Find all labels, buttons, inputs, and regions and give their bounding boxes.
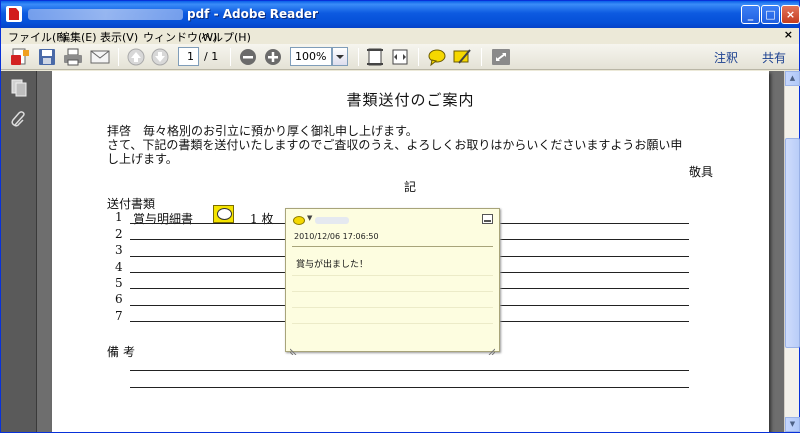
email-icon[interactable] — [89, 47, 111, 67]
menu-help[interactable]: ヘルプ(H) — [201, 29, 251, 45]
adobe-reader-window: pdf - Adobe Reader _ □ × ファイル(F) 編集(E) 表… — [0, 0, 800, 433]
options-chevron-down-icon[interactable]: ▼ — [307, 214, 312, 222]
document-close-icon[interactable]: × — [784, 28, 793, 41]
author-name-redacted — [315, 217, 349, 224]
row-number: 5 — [115, 276, 123, 290]
page-total-label: / 1 — [204, 50, 219, 63]
ruled-line — [292, 275, 493, 276]
highlight-icon[interactable] — [451, 47, 473, 67]
title-bar: pdf - Adobe Reader _ □ × — [1, 1, 800, 28]
row1-item: 賞与明細書 — [133, 212, 194, 226]
closing-text: 敬具 — [689, 165, 714, 179]
scroll-down-icon[interactable]: ▼ — [785, 417, 800, 432]
minimize-popup-button[interactable] — [482, 214, 493, 224]
attachments-icon[interactable] — [10, 111, 28, 129]
filename-redacted — [28, 9, 183, 20]
next-page-icon[interactable] — [149, 47, 171, 67]
scroll-up-icon[interactable]: ▲ — [785, 71, 800, 86]
expand-icon[interactable] — [490, 47, 512, 67]
comment-icon[interactable] — [293, 216, 305, 225]
minimize-button[interactable]: _ — [741, 5, 760, 24]
row1-quantity: 1 枚 — [250, 212, 274, 226]
pages-icon[interactable] — [10, 79, 28, 97]
share-button[interactable]: 共有 — [762, 49, 786, 66]
resize-grip-left-icon[interactable] — [289, 340, 298, 356]
row-number: 3 — [115, 243, 123, 257]
toolbar-separator — [481, 48, 482, 66]
menu-edit[interactable]: 編集(E) — [59, 29, 97, 45]
fit-page-icon[interactable] — [364, 47, 386, 67]
ruled-line — [292, 307, 493, 308]
page-number-input[interactable]: 1 — [178, 47, 199, 66]
row-number: 4 — [115, 260, 123, 274]
close-button[interactable]: × — [781, 5, 800, 24]
body-line: さて、下記の書類を送付いたしますのでご査収のうえ、よろしくお取りはからいください… — [107, 138, 683, 152]
save-icon[interactable] — [36, 47, 58, 67]
menu-bar: ファイル(F) 編集(E) 表示(V) ウィンドウ(W) ヘルプ(H) × — [1, 28, 799, 44]
row-number: 7 — [115, 309, 123, 323]
comment-popup[interactable]: ▼ 2010/12/06 17:06:50 賞与が出ました！ — [285, 208, 500, 356]
annotate-button[interactable]: 注釈 — [714, 49, 738, 66]
vertical-scrollbar[interactable]: ▲ ▼ — [784, 71, 800, 432]
toolbar-separator — [118, 48, 119, 66]
popup-divider — [292, 246, 493, 247]
document-title: 書類送付のご案内 — [346, 91, 475, 109]
row-number: 2 — [115, 227, 123, 241]
zoom-dropdown-chevron-icon[interactable] — [332, 47, 348, 66]
zoom-out-icon[interactable] — [237, 47, 259, 67]
row-number: 1 — [115, 210, 123, 224]
comment-text[interactable]: 賞与が出ました！ — [296, 257, 368, 270]
prev-page-icon[interactable] — [125, 47, 147, 67]
remarks-label: 備考 — [107, 345, 140, 359]
row-number: 6 — [115, 292, 123, 306]
ruled-line — [292, 323, 493, 324]
zoom-in-icon[interactable] — [262, 47, 284, 67]
menu-view[interactable]: 表示(V) — [100, 29, 138, 45]
remarks-underline — [130, 387, 689, 388]
ruled-line — [292, 291, 493, 292]
maximize-button[interactable]: □ — [761, 5, 780, 24]
adobe-reader-app-icon[interactable] — [6, 6, 22, 22]
window-title: pdf - Adobe Reader — [187, 7, 318, 21]
body-line: し上げます。 — [107, 152, 178, 166]
comment-date: 2010/12/06 17:06:50 — [294, 232, 379, 241]
scrollbar-thumb[interactable] — [785, 138, 800, 348]
print-icon[interactable] — [62, 47, 84, 67]
toolbar-separator — [358, 48, 359, 66]
zoom-level-input[interactable]: 100% — [290, 47, 332, 66]
resize-grip-right-icon[interactable] — [487, 340, 496, 356]
toolbar-separator — [230, 48, 231, 66]
navigation-panel — [1, 71, 37, 432]
create-pdf-icon[interactable] — [9, 47, 31, 67]
remarks-underline — [130, 370, 689, 371]
toolbar: 1 / 1 100% 注釈 共有 — [1, 44, 799, 70]
fit-width-icon[interactable] — [389, 47, 411, 67]
sticky-note-icon[interactable] — [213, 205, 234, 223]
comment-icon[interactable] — [426, 47, 448, 67]
toolbar-separator — [418, 48, 419, 66]
ki-heading: 記 — [404, 180, 417, 194]
